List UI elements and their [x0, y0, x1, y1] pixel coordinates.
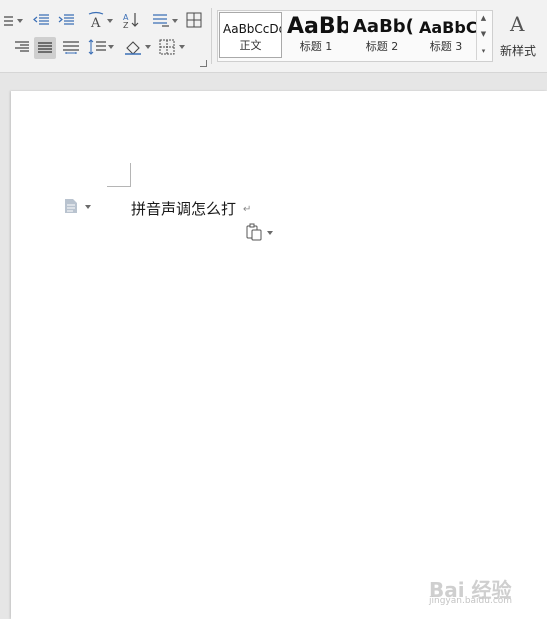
paragraph-dialog-launcher[interactable]: [200, 60, 207, 67]
watermark-url: jingyan.baidu.com: [429, 596, 513, 606]
style-heading-1[interactable]: AaBb 标题 1: [284, 12, 348, 58]
line-spacing-options-icon[interactable]: [151, 11, 171, 29]
line-spacing-icon[interactable]: [87, 38, 107, 56]
document-icon[interactable]: [64, 198, 78, 214]
table-borders-icon[interactable]: [185, 11, 203, 29]
style-heading-2-label: 标题 2: [365, 40, 399, 53]
paste-options-icon[interactable]: [245, 223, 263, 241]
style-heading-2-sample: AaBb(: [353, 16, 414, 37]
decrease-indent-icon[interactable]: [32, 11, 50, 29]
sort-icon[interactable]: AZ: [122, 10, 140, 30]
new-style-label: 新样式: [500, 44, 537, 58]
style-heading-3[interactable]: AaBbC 标题 3: [416, 12, 476, 58]
svg-text:A: A: [90, 16, 101, 29]
style-normal-label: 正文: [239, 39, 262, 52]
ribbon-toolbar: A AZ AaBbCcDd 正文 AaBb 标题 1 AaBb(标题 2 Aa…: [0, 0, 547, 73]
paragraph-mark: ↵: [243, 204, 252, 215]
margin-corner-mark: [107, 163, 131, 187]
justify-icon[interactable]: [34, 37, 56, 59]
new-style-button[interactable]: A 新样式: [496, 10, 547, 60]
svg-text:Z: Z: [123, 21, 129, 29]
text-direction-icon[interactable]: A: [86, 10, 106, 30]
paste-options-caret[interactable]: [267, 231, 273, 235]
document-page[interactable]: 拼音声调怎么打 ↵ Bai 经验 jingyan.baidu.com: [11, 91, 547, 619]
scroll-down-icon[interactable]: ▼: [477, 26, 490, 42]
style-heading-2[interactable]: AaBb( 标题 2: [350, 12, 414, 58]
group-divider: [211, 8, 212, 64]
borders-icon[interactable]: [158, 38, 176, 56]
paragraph-menu-caret[interactable]: [85, 205, 91, 209]
shading-icon[interactable]: [123, 38, 143, 56]
align-right-icon[interactable]: [12, 38, 30, 56]
style-heading-1-sample: AaBb: [287, 14, 348, 39]
list-outline-icon[interactable]: [0, 12, 14, 30]
style-heading-3-label: 标题 3: [429, 40, 463, 53]
expand-gallery-icon[interactable]: ▾: [477, 43, 490, 59]
document-canvas: 拼音声调怎么打 ↵ Bai 经验 jingyan.baidu.com: [0, 73, 547, 619]
new-style-icon: A: [510, 12, 525, 36]
scroll-up-icon[interactable]: ▲: [477, 10, 490, 26]
increase-indent-icon[interactable]: [57, 11, 75, 29]
document-text[interactable]: 拼音声调怎么打: [131, 198, 236, 219]
style-normal[interactable]: AaBbCcDd 正文: [219, 12, 282, 58]
style-normal-sample: AaBbCcDd: [223, 22, 282, 36]
distributed-align-icon[interactable]: [61, 38, 81, 56]
styles-gallery-scroll: ▲ ▼ ▾: [476, 10, 490, 60]
styles-gallery: AaBbCcDd 正文 AaBb 标题 1 AaBb( 标题 2 AaBbC 标…: [217, 10, 493, 62]
style-heading-1-label: 标题 1: [299, 40, 333, 53]
style-heading-3-sample: AaBbC: [419, 18, 476, 37]
